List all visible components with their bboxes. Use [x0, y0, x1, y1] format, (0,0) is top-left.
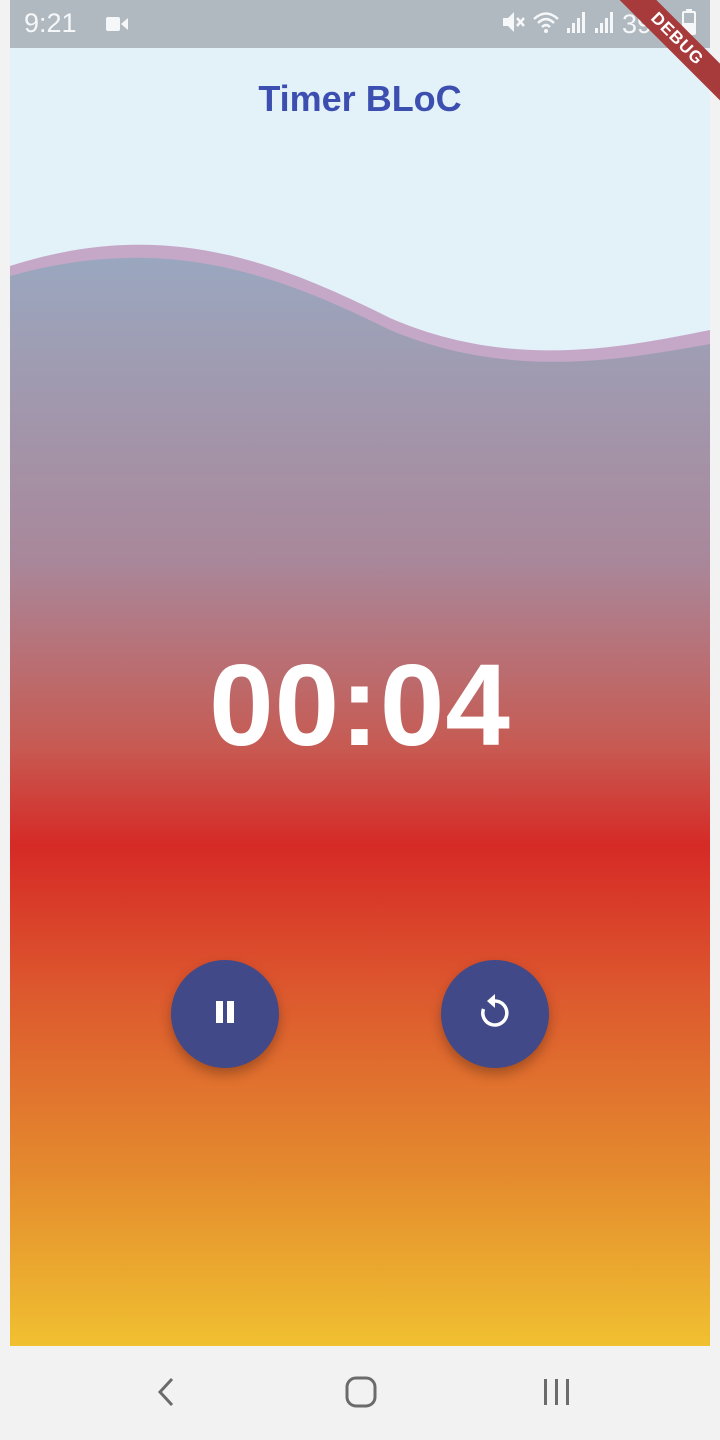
phone-screen: 9:21 Timer BLoC 00:04 DEBUG: [0, 0, 720, 1440]
app-body: Timer BLoC 00:04: [10, 48, 710, 1346]
app-title: Timer BLoC: [258, 78, 462, 119]
back-icon: [154, 1375, 178, 1414]
recent-apps-icon: [541, 1377, 573, 1412]
timer-display: 00:04: [209, 640, 511, 770]
signal-icon: [566, 10, 588, 39]
navigation-bar: [0, 1346, 720, 1440]
mute-icon: [500, 9, 526, 40]
pause-button[interactable]: [171, 960, 279, 1068]
home-button[interactable]: [337, 1370, 385, 1418]
pause-icon: [211, 998, 239, 1031]
recent-apps-button[interactable]: [533, 1370, 581, 1418]
back-button[interactable]: [142, 1370, 190, 1418]
home-icon: [344, 1375, 378, 1414]
video-record-icon: [106, 16, 128, 32]
wifi-icon: [532, 10, 560, 39]
status-bar: 9:21: [10, 0, 710, 48]
signal-icon: [594, 10, 616, 39]
reset-button[interactable]: [441, 960, 549, 1068]
status-time: 9:21: [24, 8, 77, 38]
replay-icon: [475, 992, 515, 1037]
